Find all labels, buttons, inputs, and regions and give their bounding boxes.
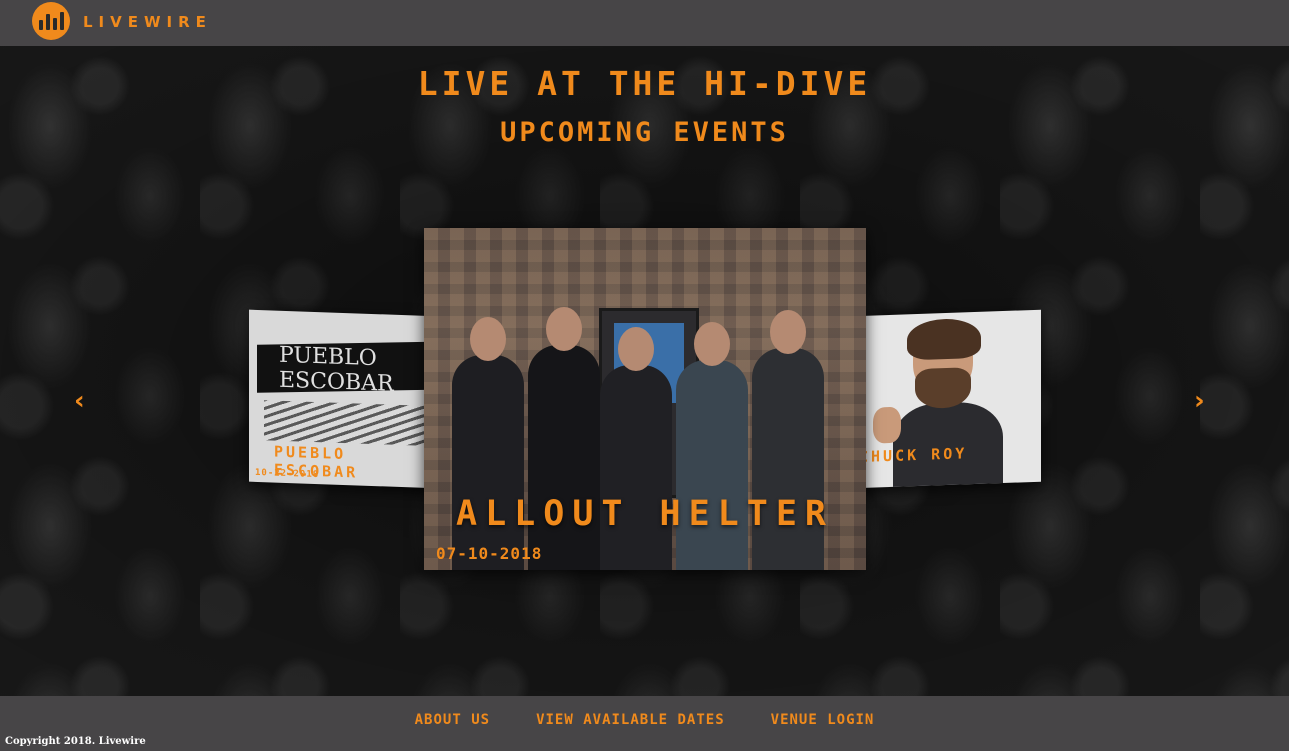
event-date: 10-22-2018 — [255, 467, 320, 481]
footer: ABOUT US VIEW AVAILABLE DATES VENUE LOGI… — [0, 696, 1289, 751]
artist-hair — [907, 317, 981, 361]
footer-link-about[interactable]: ABOUT US — [415, 712, 490, 728]
equalizer-bars-icon[interactable] — [32, 2, 70, 40]
footer-nav: ABOUT US VIEW AVAILABLE DATES VENUE LOGI… — [0, 712, 1289, 728]
carousel-next-button[interactable]: › — [1194, 386, 1205, 416]
page-title: LIVE AT THE HI-DIVE — [417, 64, 872, 103]
band-member — [452, 317, 524, 570]
band-member — [676, 322, 748, 570]
footer-link-available-dates[interactable]: VIEW AVAILABLE DATES — [536, 712, 725, 728]
carousel-prev-button[interactable]: ‹ — [74, 386, 85, 416]
band-member — [752, 310, 824, 570]
top-navbar: LIVEWIRE — [0, 0, 1289, 46]
event-card-active[interactable]: ALLOUT HELTER 07-10-2018 — [424, 228, 866, 570]
event-name: ALLOUT HELTER — [456, 494, 834, 534]
event-card-prev[interactable]: PUEBLO ESCOBAR PUEBLO ESCOBAR 10-22-2018 — [249, 309, 439, 489]
brand-name[interactable]: LIVEWIRE — [83, 13, 212, 31]
band-artwork — [264, 400, 439, 447]
event-date: 07-10-2018 — [436, 544, 543, 563]
copyright-text: Copyright 2018. Livewire — [5, 736, 146, 747]
artist-hand — [873, 406, 901, 444]
event-name: CHUCK ROY — [859, 444, 968, 467]
event-card-next[interactable]: CHUCK ROY — [853, 309, 1041, 489]
band-member — [600, 327, 672, 570]
page-subtitle: UPCOMING EVENTS — [500, 117, 789, 148]
band-member — [528, 307, 600, 570]
footer-link-venue-login[interactable]: VENUE LOGIN — [771, 712, 875, 728]
banner-text: PUEBLO ESCOBAR — [279, 342, 394, 397]
